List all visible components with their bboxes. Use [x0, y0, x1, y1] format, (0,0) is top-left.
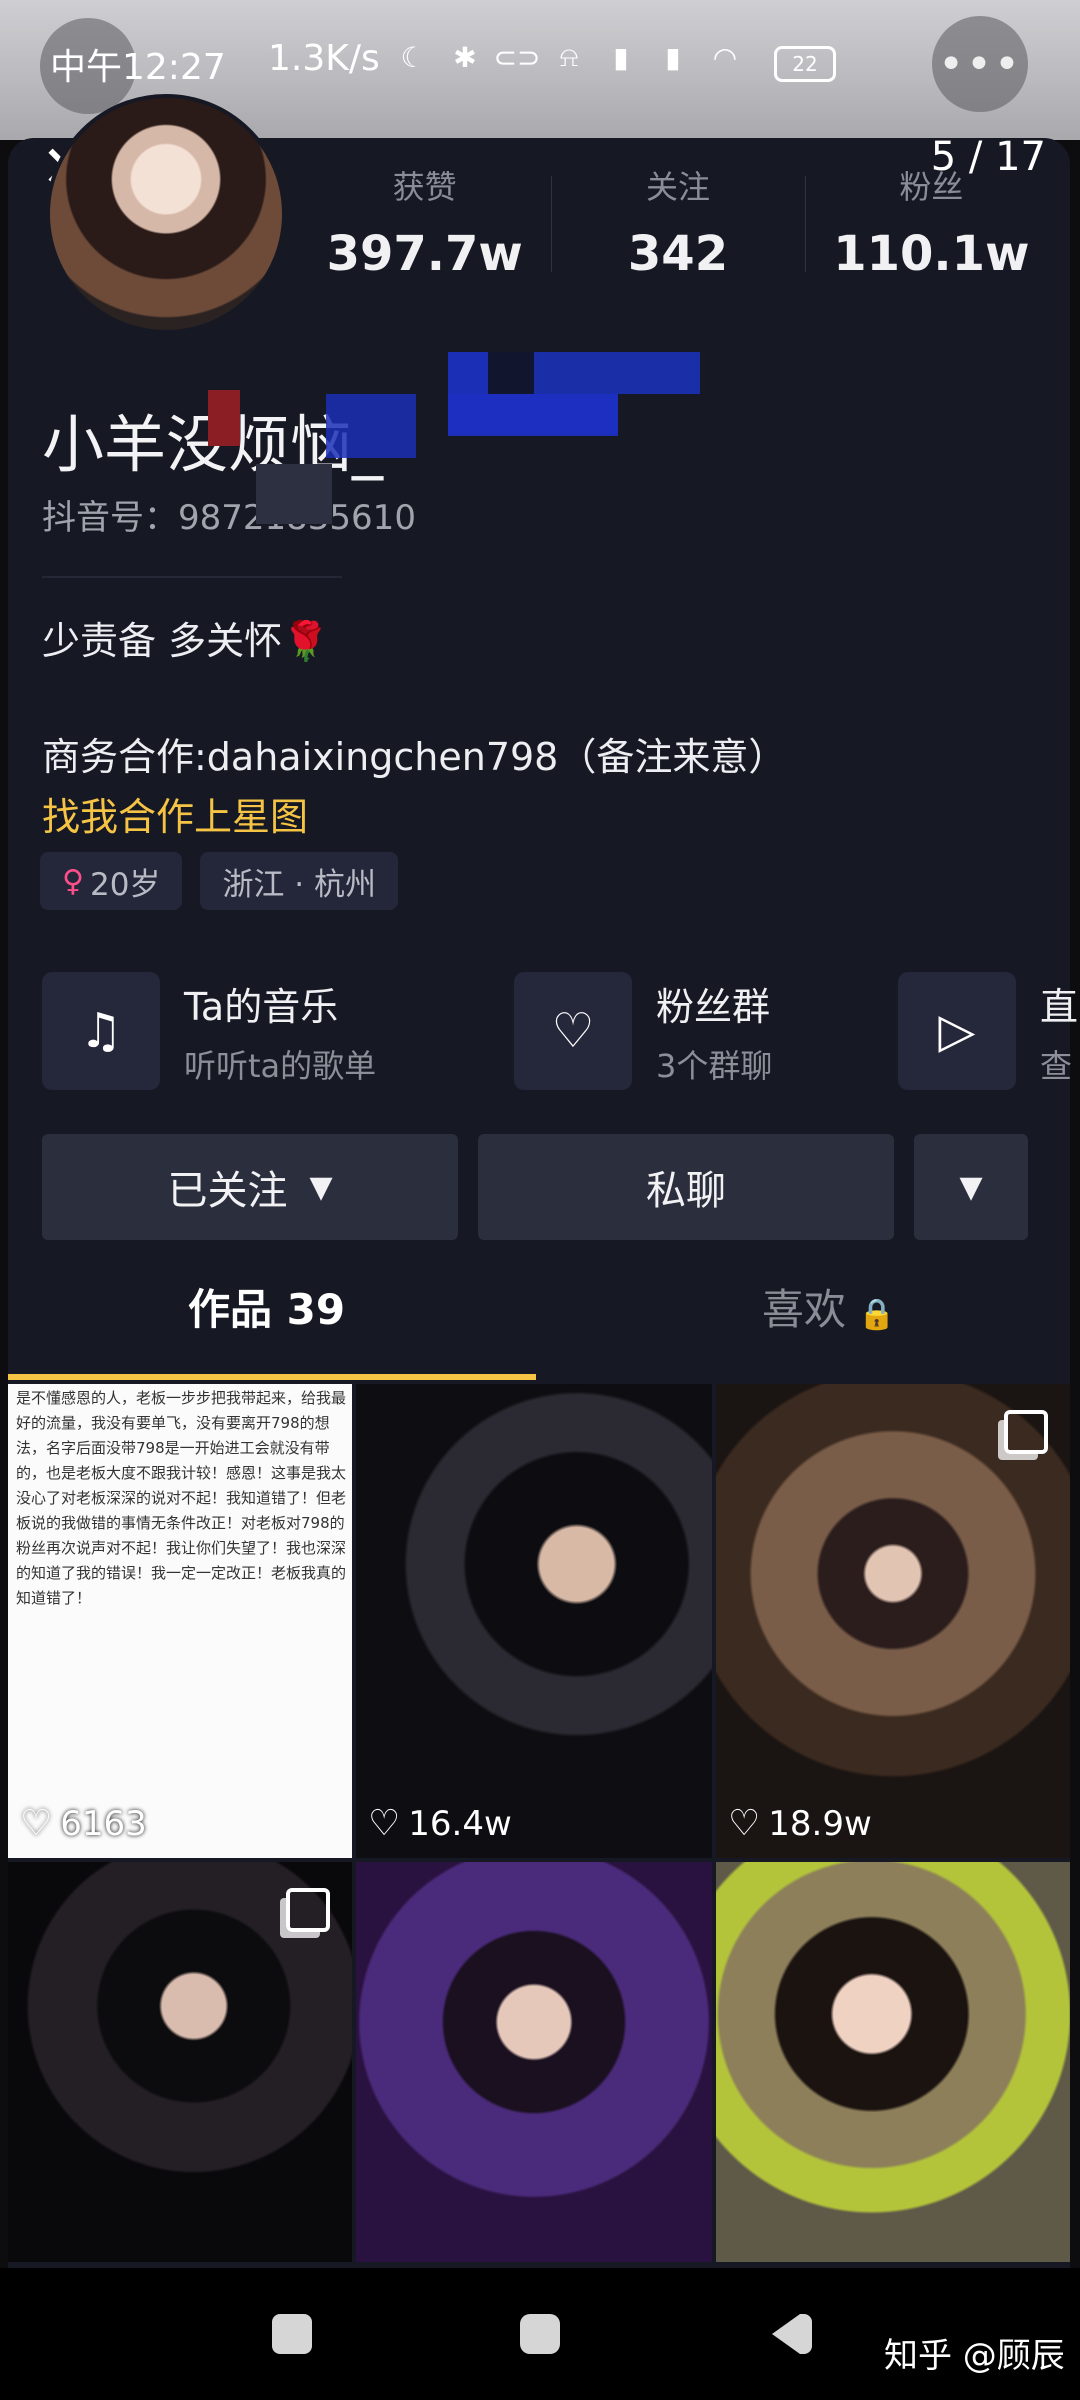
tab-likes-label: 喜欢 — [762, 1285, 847, 1334]
album-icon — [286, 1888, 330, 1932]
stat-value: 110.1w — [833, 226, 1030, 282]
star-collab-link[interactable]: 找我合作上星图 — [42, 786, 308, 841]
feature-subtitle: 听听ta的歌单 — [184, 1046, 377, 1085]
female-icon: ♀ — [62, 863, 84, 899]
battery-level: 22 — [792, 52, 818, 76]
location-label: 浙江 · 杭州 — [222, 866, 376, 903]
heart-icon: ♡ — [20, 1803, 53, 1844]
back-nav-button[interactable] — [772, 2314, 812, 2354]
profile-tags: ♀ 20岁 浙江 · 杭州 — [40, 852, 398, 910]
profile-card: ✕ 5 / 17 获赞 397.7w 关注 342 粉丝 110.1w 小羊没烦… — [8, 94, 1078, 2268]
stat-label: 获赞 — [392, 168, 457, 206]
post-thumbnail[interactable]: 是不懂感恩的人，老板一步步把我带起来，给我最好的流量，我没有要单飞，没有要离开7… — [8, 1384, 352, 1858]
business-contact: 商务合作:dahaixingchen798（备注来意） — [42, 735, 787, 779]
bio: 少责备 多关怀🌹 — [42, 619, 330, 663]
lock-icon: 🔒 — [858, 1297, 896, 1332]
feature-fan-group[interactable]: ♡ 粉丝群 3个群聊 — [514, 972, 772, 1090]
like-value: 16.4w — [408, 1803, 512, 1844]
age-tag: ♀ 20岁 — [40, 852, 183, 910]
feature-title: 粉丝群 — [656, 984, 771, 1029]
battery-icon: 22 — [774, 46, 836, 82]
more-actions-button[interactable]: ▼ — [914, 1134, 1028, 1240]
home-button[interactable] — [520, 2314, 560, 2354]
following-label: 已关注 — [167, 1168, 288, 1214]
signal-icon-2: ▮ — [665, 40, 681, 74]
divider — [42, 576, 342, 578]
post-thumbnail[interactable] — [8, 1862, 352, 2262]
heart-icon: ♡ — [728, 1803, 761, 1844]
redaction-block — [488, 352, 534, 394]
message-label: 私聊 — [646, 1168, 726, 1214]
network-speed: 1.3K/s — [268, 38, 380, 79]
heart-icon: ♡ — [368, 1803, 401, 1844]
post-thumbnail[interactable]: ♡ 16.4w — [356, 1384, 712, 1858]
moon-icon: ☾ — [400, 40, 426, 74]
more-options-button[interactable]: ••• — [932, 16, 1028, 112]
mute-bell-icon: ⍾ — [559, 40, 579, 73]
stat-value: 342 — [627, 226, 729, 282]
caret-down-icon: ▼ — [959, 1169, 983, 1205]
account-id[interactable]: 抖音号：98721835610 — [42, 490, 416, 539]
stat-value: 397.7w — [326, 226, 523, 282]
redaction-block — [326, 394, 416, 458]
post-thumbnail[interactable] — [716, 1862, 1070, 2262]
stat-likes[interactable]: 获赞 397.7w — [298, 162, 551, 302]
stat-following[interactable]: 关注 342 — [551, 162, 804, 302]
feature-music[interactable]: ♫ Ta的音乐 听听ta的歌单 — [42, 972, 376, 1090]
message-button[interactable]: 私聊 — [478, 1134, 894, 1240]
profile-stats: 获赞 397.7w 关注 342 粉丝 110.1w — [298, 162, 1058, 302]
redaction-block — [532, 352, 700, 394]
watermark: 知乎 @顾辰 — [884, 2336, 1065, 2376]
tab-works[interactable]: 作品 39 — [188, 1276, 345, 1337]
note-text: 是不懂感恩的人，老板一步步把我带起来，给我最好的流量，我没有要单飞，没有要离开7… — [16, 1389, 347, 1607]
post-thumbnail[interactable] — [356, 1862, 712, 2262]
fan-group-icon: ♡ — [514, 972, 632, 1090]
redaction-block — [448, 394, 618, 434]
like-count: ♡ 6163 — [20, 1803, 147, 1844]
feature-row: ♫ Ta的音乐 听听ta的歌单 ♡ 粉丝群 3个群聊 ▷ 直 查 — [42, 972, 1080, 1092]
content-tabs: 作品 39 喜欢 🔒 — [8, 1276, 1070, 1368]
feature-title: Ta的音乐 — [184, 984, 339, 1029]
like-count: ♡ 16.4w — [368, 1803, 512, 1844]
music-note-icon: ♫ — [42, 972, 160, 1090]
caret-down-icon: ▼ — [309, 1169, 333, 1205]
age-label: 20岁 — [89, 866, 161, 903]
stat-label: 关注 — [645, 168, 710, 206]
avatar[interactable] — [46, 94, 286, 334]
stat-followers[interactable]: 粉丝 110.1w — [804, 162, 1058, 302]
like-count: ♡ 18.9w — [728, 1803, 872, 1844]
signal-icon: ▮ — [613, 40, 629, 74]
bluetooth-icon: ✱ — [453, 40, 477, 74]
like-value: 18.9w — [768, 1803, 872, 1844]
following-button[interactable]: 已关注 ▼ — [42, 1134, 458, 1240]
stat-label: 粉丝 — [899, 168, 964, 206]
tab-likes[interactable]: 喜欢 🔒 — [762, 1276, 895, 1337]
feature-subtitle: 查 — [1040, 1046, 1073, 1085]
feature-live[interactable]: ▷ 直 查 — [898, 972, 1078, 1090]
toggle-icon: ⊂⊃ — [493, 40, 541, 74]
recent-apps-button[interactable] — [272, 2314, 312, 2354]
live-tv-icon: ▷ — [898, 972, 1016, 1090]
location-tag: 浙江 · 杭州 — [200, 852, 398, 910]
post-thumbnail[interactable]: ♡ 18.9w — [716, 1384, 1070, 1858]
like-value: 6163 — [60, 1803, 147, 1844]
status-icons: ☾ ✱ ⊂⊃ ⍾ ▮ ▮ ◠ — [396, 40, 742, 74]
active-tab-indicator — [8, 1374, 536, 1380]
feature-title: 直 — [1040, 984, 1079, 1029]
redaction-block — [256, 464, 332, 524]
album-icon — [1004, 1410, 1048, 1454]
wifi-icon: ◠ — [712, 40, 738, 74]
status-time: 中午12:27 — [50, 47, 226, 88]
redaction-block — [208, 390, 240, 446]
feature-subtitle: 3个群聊 — [656, 1046, 773, 1085]
